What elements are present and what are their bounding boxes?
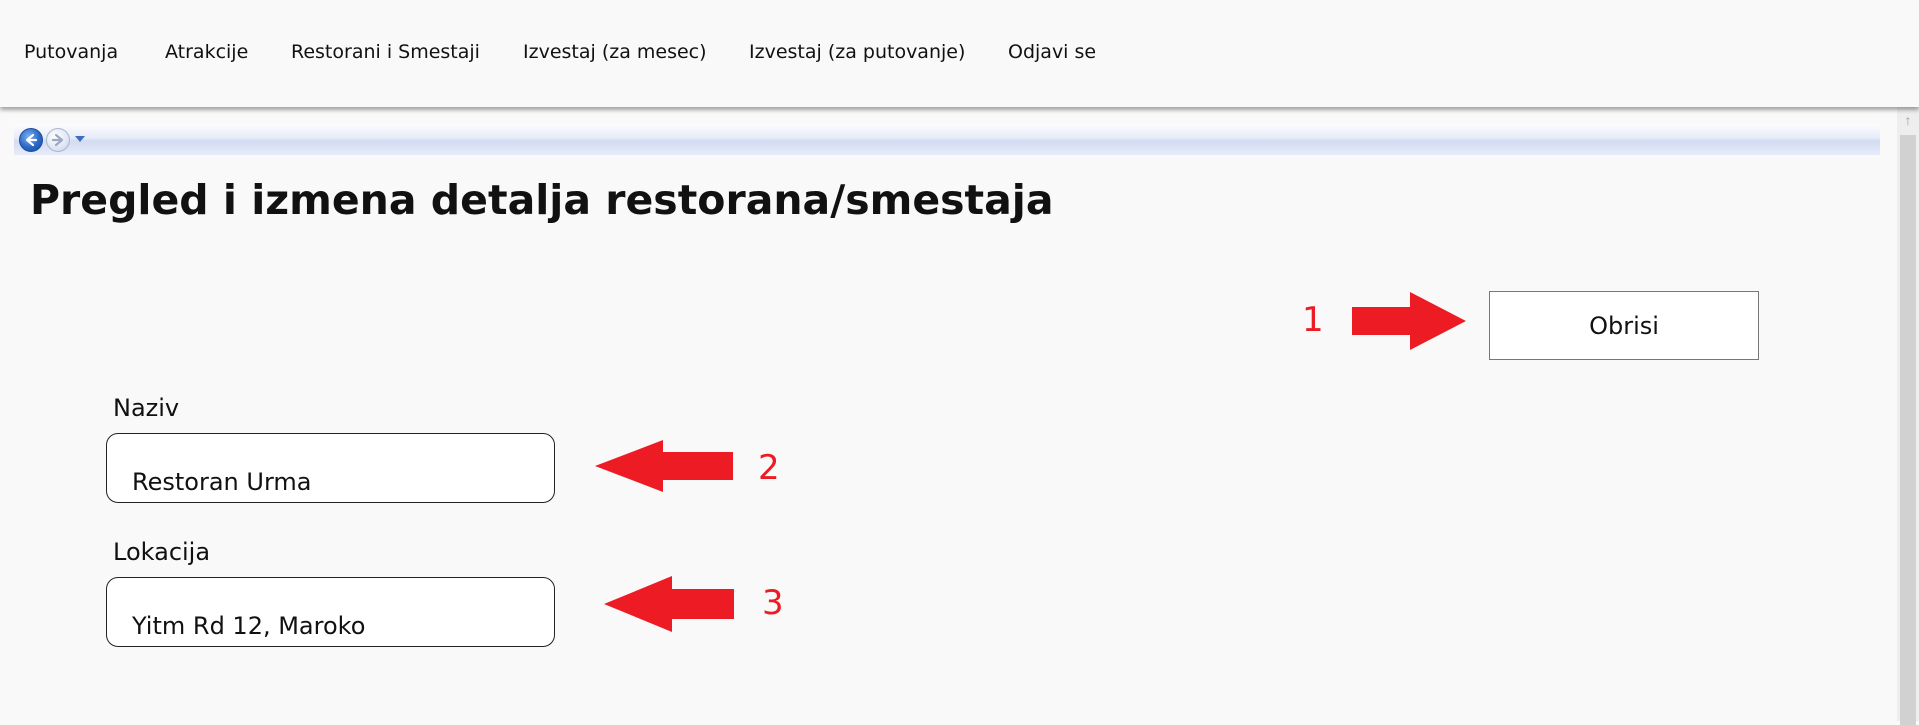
scroll-up-arrow-icon[interactable]: ↑ <box>1897 107 1919 133</box>
location-label: Lokacija <box>113 538 211 566</box>
red-arrow-right-icon <box>1352 292 1466 350</box>
name-field[interactable]: Restoran Urma <box>106 433 555 503</box>
annotation-number-3: 3 <box>762 583 784 623</box>
nav-item-izvestaj-mesec[interactable]: Izvestaj (za mesec) <box>523 41 707 63</box>
vertical-scrollbar[interactable]: ↑ <box>1897 107 1919 725</box>
location-field[interactable]: Yitm Rd 12, Maroko <box>106 577 555 647</box>
nav-item-atrakcije[interactable]: Atrakcije <box>165 41 248 63</box>
nav-item-izvestaj-putovanje[interactable]: Izvestaj (za putovanje) <box>749 41 965 63</box>
name-label: Naziv <box>113 394 180 422</box>
page-title: Pregled i izmena detalja restorana/smest… <box>30 176 1054 224</box>
forward-arrow-icon[interactable] <box>46 128 70 152</box>
annotation-number-1: 1 <box>1302 300 1324 340</box>
nav-item-restorani-i-smestaji[interactable]: Restorani i Smestaji <box>291 41 480 63</box>
history-dropdown-icon[interactable] <box>75 136 85 142</box>
nav-item-putovanja[interactable]: Putovanja <box>24 41 118 63</box>
red-arrow-left-icon <box>595 440 733 492</box>
delete-button[interactable]: Obrisi <box>1489 291 1759 360</box>
scroll-thumb[interactable] <box>1900 135 1916 725</box>
nav-item-odjavi-se[interactable]: Odjavi se <box>1008 41 1096 63</box>
browser-navigation-toolbar <box>14 124 1880 155</box>
top-navigation-bar: Putovanja Atrakcije Restorani i Smestaji… <box>0 0 1919 107</box>
red-arrow-left-icon <box>604 576 734 632</box>
annotation-number-2: 2 <box>758 448 780 488</box>
back-arrow-icon[interactable] <box>19 128 43 152</box>
